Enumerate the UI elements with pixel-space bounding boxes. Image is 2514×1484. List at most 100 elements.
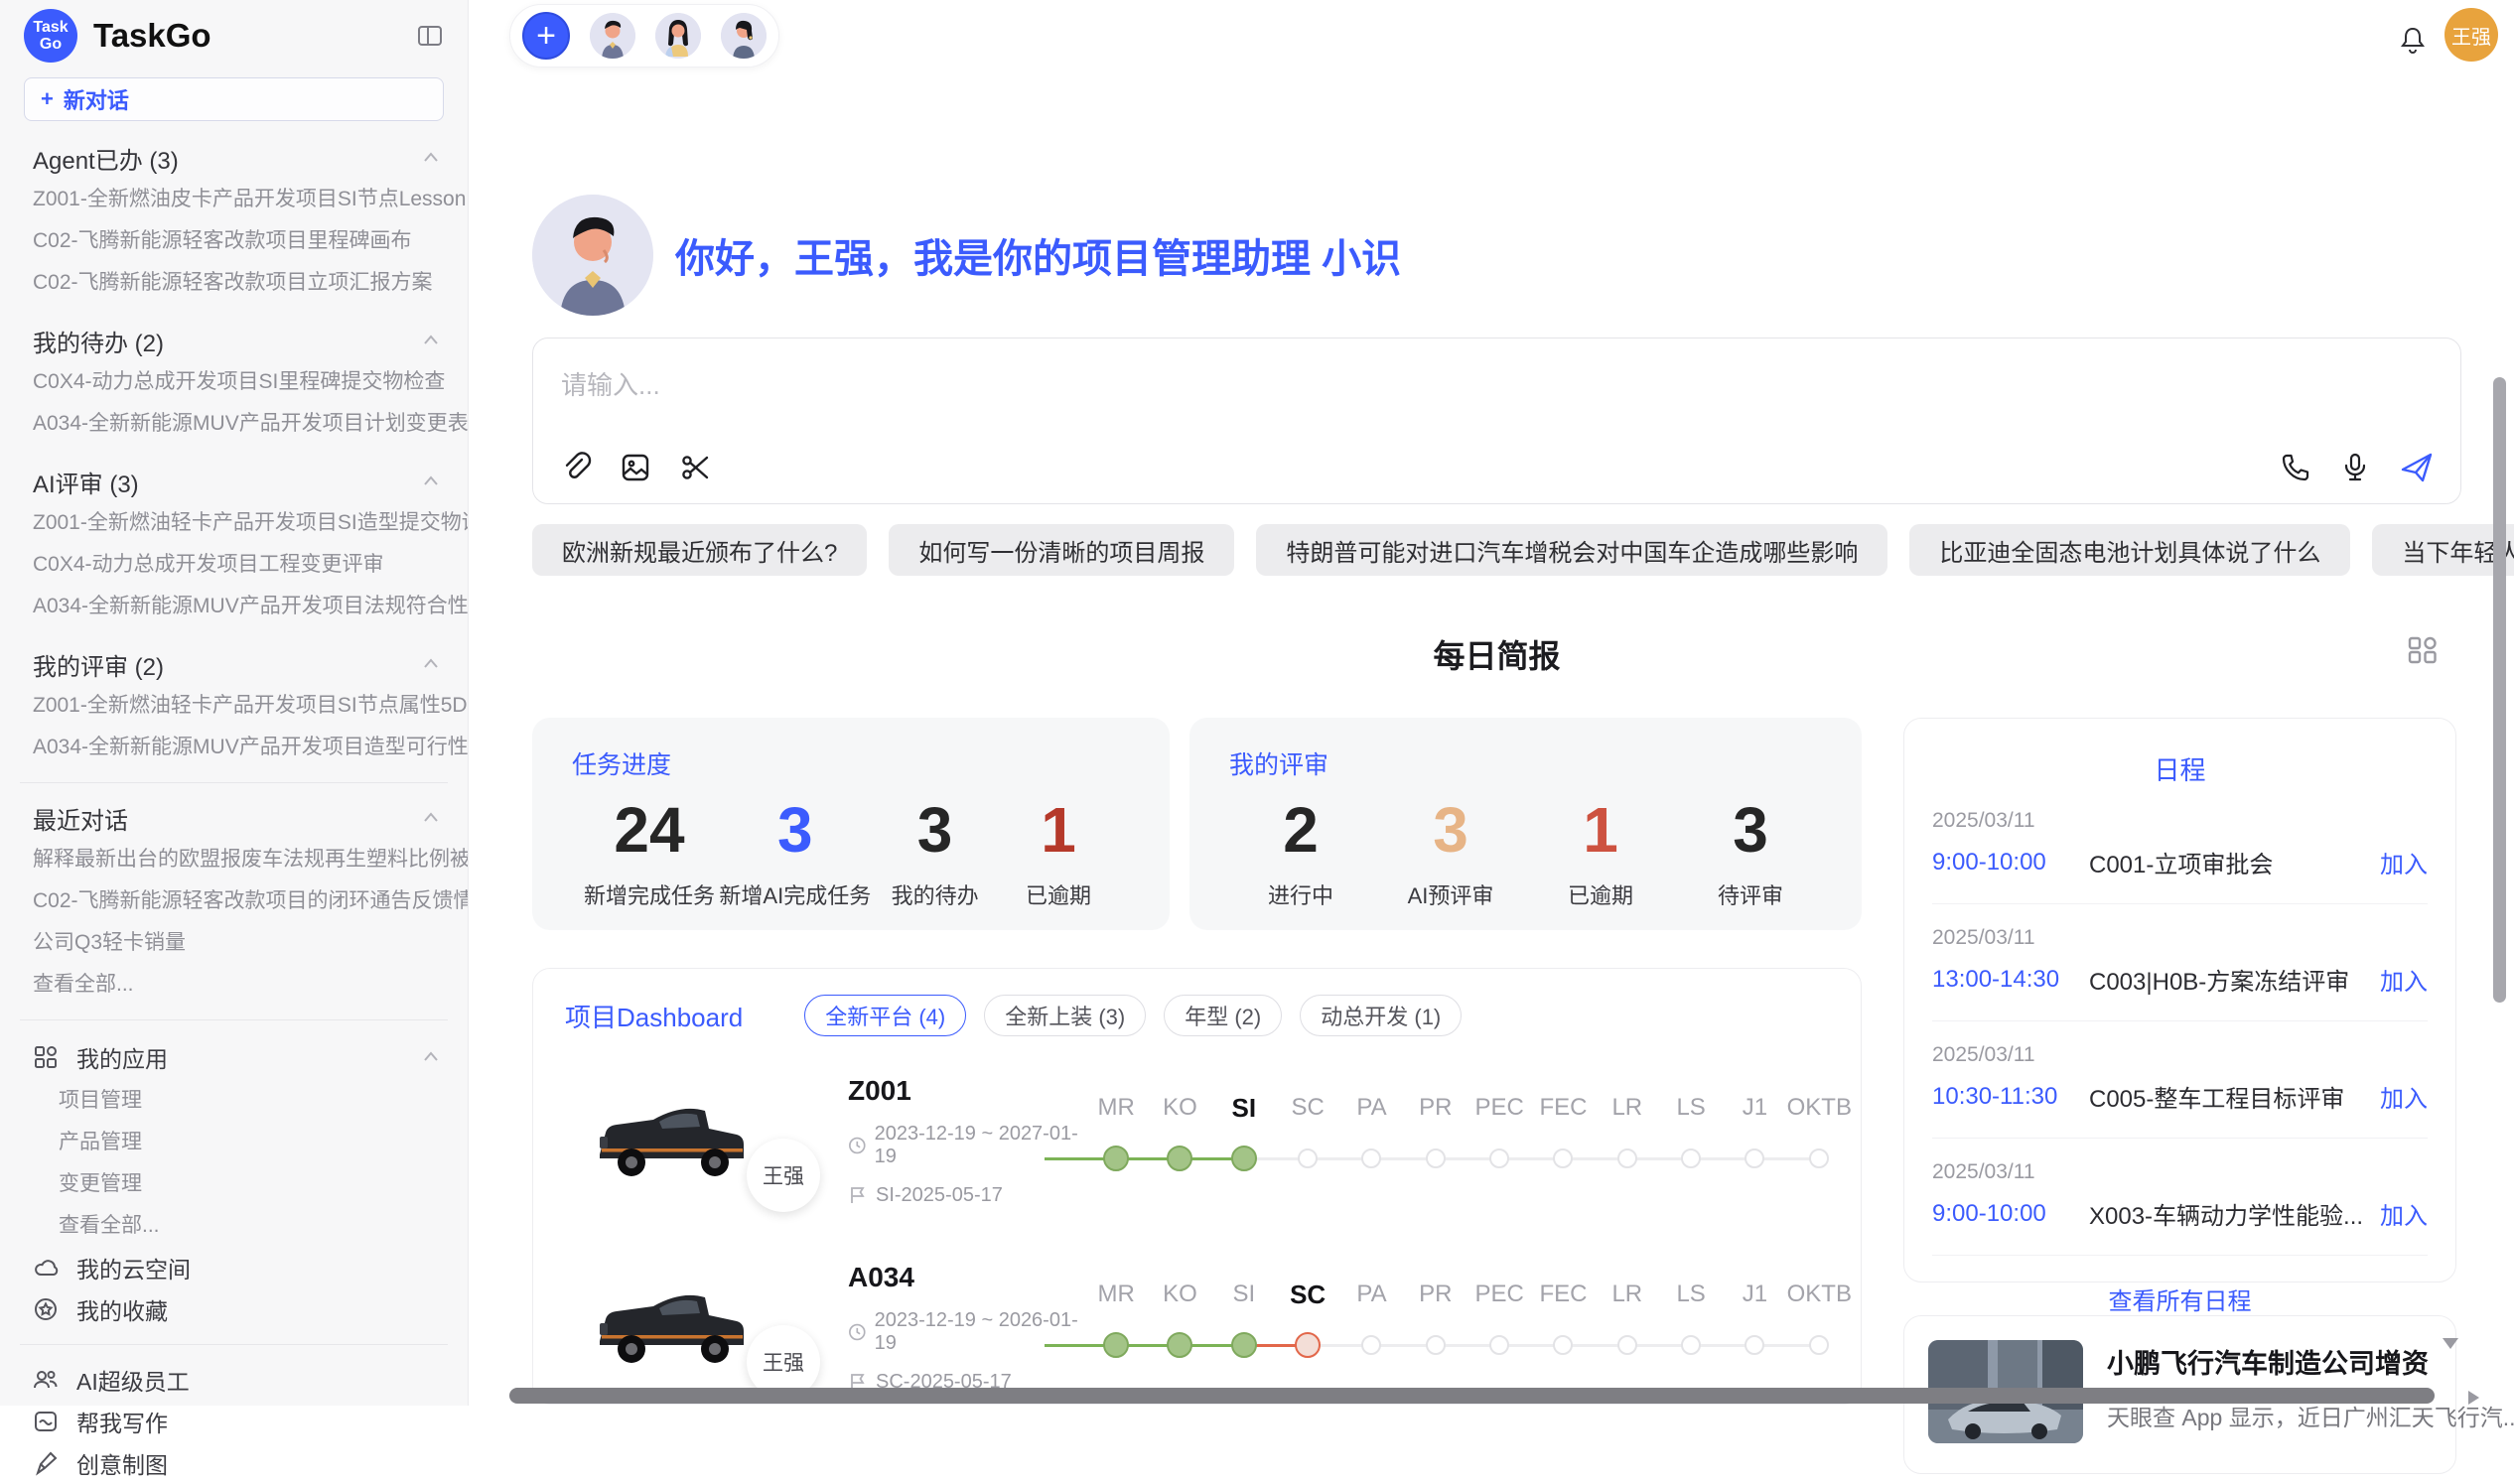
- app-item-product-mgmt[interactable]: 产品管理: [0, 1122, 468, 1163]
- recent-chat-item[interactable]: 公司Q3轻卡销量: [0, 922, 468, 964]
- horizontal-scrollbar-thumb[interactable]: [509, 1388, 2435, 1404]
- sidebar-collapse-icon[interactable]: [416, 22, 444, 50]
- tab-all-new-platform[interactable]: 全新平台 (4): [804, 995, 966, 1036]
- sidebar-item-cloud-space[interactable]: 我的云空间: [0, 1247, 468, 1288]
- briefing-cards: 任务进度 24 新增完成任务 3 新增AI完成任务 3 我的待办: [532, 718, 1862, 930]
- section-my-review[interactable]: 我的评审 (2): [0, 643, 468, 685]
- app-item-change-mgmt[interactable]: 变更管理: [0, 1163, 468, 1205]
- tab-all-new-body[interactable]: 全新上装 (3): [984, 995, 1146, 1036]
- sidebar-item[interactable]: C02-飞腾新能源轻客改款项目里程碑画布: [0, 220, 468, 262]
- chevron-up-icon[interactable]: [418, 145, 444, 171]
- sidebar-item[interactable]: C0X4-动力总成开发项目SI里程碑提交物检查: [0, 361, 468, 403]
- microphone-icon[interactable]: [2339, 452, 2371, 483]
- cloud-icon: [33, 1255, 59, 1281]
- attachment-paperclip-icon[interactable]: [559, 451, 593, 484]
- chevron-up-icon[interactable]: [418, 651, 444, 677]
- project-dates-text: 2023-12-19 ~ 2027-01-19: [875, 1123, 1084, 1168]
- milestone-dot: [1361, 1148, 1381, 1168]
- chevron-up-icon[interactable]: [418, 469, 444, 494]
- schedule-date: 2025/03/11: [1932, 809, 2428, 833]
- milestone: LS: [1659, 1088, 1723, 1187]
- assistant-avatar: [532, 195, 653, 316]
- suggestion-chips: 欧洲新规最近颁布了什么? 如何写一份清晰的项目周报 特朗普可能对进口汽车增税会对…: [532, 524, 2461, 576]
- project-flag: SI-2025-05-17: [848, 1184, 1084, 1207]
- section-ai-review[interactable]: AI评审 (3): [0, 461, 468, 502]
- chevron-up-icon[interactable]: [418, 805, 444, 831]
- add-agent-button[interactable]: +: [522, 12, 570, 60]
- sidebar-item-ai-super-staff[interactable]: AI超级员工: [0, 1359, 468, 1401]
- stat-new-done: 24 新增完成任务: [584, 791, 715, 910]
- agent-avatar-1[interactable]: [590, 13, 635, 59]
- schedule-time: 9:00-10:00: [1932, 849, 2089, 877]
- new-chat-button[interactable]: + 新对话: [24, 77, 444, 121]
- milestone-dot: [1617, 1148, 1637, 1168]
- milestone-dot: [1745, 1148, 1764, 1168]
- tab-year-model[interactable]: 年型 (2): [1164, 995, 1282, 1036]
- milestone: SC: [1276, 1088, 1339, 1187]
- app-item-project-mgmt[interactable]: 项目管理: [0, 1080, 468, 1122]
- recent-chats-view-all[interactable]: 查看全部...: [0, 964, 468, 1006]
- user-avatar[interactable]: 王强: [2444, 8, 2498, 62]
- milestone-dot: [1426, 1148, 1446, 1168]
- tab-powertrain-dev[interactable]: 动总开发 (1): [1300, 995, 1462, 1036]
- notification-bell-icon[interactable]: [2397, 24, 2429, 56]
- project-row[interactable]: 王强 Z001 2023-12-19 ~ 2027-01-19 SI-2025-…: [565, 1058, 1861, 1223]
- agent-avatar-2[interactable]: [655, 13, 701, 59]
- sidebar-item[interactable]: A034-全新新能源MUV产品开发项目法规符合性评审: [0, 586, 468, 627]
- milestone-dot: [1426, 1335, 1446, 1355]
- project-dates: 2023-12-19 ~ 2027-01-19: [848, 1123, 1084, 1168]
- sidebar-item[interactable]: Z001-全新燃油皮卡产品开发项目SI节点Lesson Learn报告: [0, 179, 468, 220]
- view-all-schedule-link[interactable]: 查看所有日程: [1932, 1282, 2428, 1316]
- suggestion-chip[interactable]: 特朗普可能对进口汽车增税会对中国车企造成哪些影响: [1256, 524, 1887, 576]
- briefing-layout-icon[interactable]: [2406, 633, 2440, 667]
- sidebar-item[interactable]: A034-全新新能源MUV产品开发项目计划变更表编写: [0, 403, 468, 445]
- favorites-label: 我的收藏: [76, 1292, 168, 1326]
- sidebar-item[interactable]: C02-飞腾新能源轻客改款项目立项汇报方案: [0, 262, 468, 304]
- sidebar-item[interactable]: Z001-全新燃油轻卡产品开发项目SI造型提交物评审: [0, 502, 468, 544]
- section-my-todo[interactable]: 我的待办 (2): [0, 320, 468, 361]
- sidebar-header: Task Go TaskGo: [0, 0, 468, 71]
- scroll-down-indicator[interactable]: [2443, 1338, 2458, 1349]
- milestone-dot: [1745, 1335, 1764, 1355]
- my-review-card: 我的评审 2 进行中 3 AI预评审 1 已逾期: [1189, 718, 1862, 930]
- my-review-title: 我的评审: [1229, 745, 1822, 781]
- join-meeting-link[interactable]: 加入: [2380, 845, 2428, 879]
- suggestion-chip[interactable]: 如何写一份清晰的项目周报: [889, 524, 1234, 576]
- horizontal-scroll-right-arrow[interactable]: [2468, 1391, 2479, 1405]
- join-meeting-link[interactable]: 加入: [2380, 1196, 2428, 1231]
- sidebar-item-favorites[interactable]: 我的收藏: [0, 1288, 468, 1330]
- milestone-dot-done: [1167, 1332, 1192, 1358]
- section-recent-chats[interactable]: 最近对话: [0, 797, 468, 839]
- chat-input[interactable]: [533, 338, 2460, 401]
- phone-call-icon[interactable]: [2280, 452, 2311, 483]
- cloud-space-label: 我的云空间: [76, 1251, 191, 1284]
- stat-value: 3: [1691, 791, 1810, 869]
- chevron-up-icon[interactable]: [418, 1044, 444, 1070]
- stat-label: 新增完成任务: [584, 878, 715, 910]
- sidebar-item[interactable]: C0X4-动力总成开发项目工程变更评审: [0, 544, 468, 586]
- vertical-scrollbar-thumb[interactable]: [2493, 377, 2506, 1003]
- sidebar-item-creative-drawing[interactable]: 创意制图: [0, 1442, 468, 1484]
- milestone: PEC: [1467, 1275, 1531, 1374]
- sidebar-item-help-me-write[interactable]: 帮我写作: [0, 1401, 468, 1442]
- join-meeting-link[interactable]: 加入: [2380, 962, 2428, 997]
- agent-avatar-3[interactable]: [721, 13, 767, 59]
- sidebar-item-my-apps[interactable]: 我的应用: [0, 1034, 468, 1080]
- recent-chat-item[interactable]: C02-飞腾新能源轻客改款项目的闭环通告反馈情况: [0, 880, 468, 922]
- section-agent-done[interactable]: Agent已办 (3): [0, 137, 468, 179]
- schedule-item: 2025/03/11 9:00-10:00 C001-立项审批会 加入: [1932, 787, 2428, 904]
- recent-chat-item[interactable]: 解释最新出台的欧盟报废车法规再生塑料比例被调至15%...: [0, 839, 468, 880]
- scissors-icon[interactable]: [678, 451, 712, 484]
- stat-ai-prereview: 3 AI预评审: [1391, 791, 1510, 910]
- sidebar-item[interactable]: A034-全新新能源MUV产品开发项目造型可行性评审: [0, 727, 468, 768]
- apps-view-all[interactable]: 查看全部...: [0, 1205, 468, 1247]
- image-upload-icon[interactable]: [619, 451, 652, 484]
- send-icon[interactable]: [2399, 450, 2435, 485]
- user-name: 王强: [2451, 21, 2491, 50]
- suggestion-chip[interactable]: 比亚迪全固态电池计划具体说了什么: [1909, 524, 2350, 576]
- suggestion-chip[interactable]: 欧洲新规最近颁布了什么?: [532, 524, 867, 576]
- chevron-up-icon[interactable]: [418, 328, 444, 353]
- project-row[interactable]: 王强 A034 2023-12-19 ~ 2026-01-19 SC-2025-…: [565, 1245, 1861, 1405]
- sidebar-item[interactable]: Z001-全新燃油轻卡产品开发项目SI节点属性5D文件评审: [0, 685, 468, 727]
- join-meeting-link[interactable]: 加入: [2380, 1079, 2428, 1114]
